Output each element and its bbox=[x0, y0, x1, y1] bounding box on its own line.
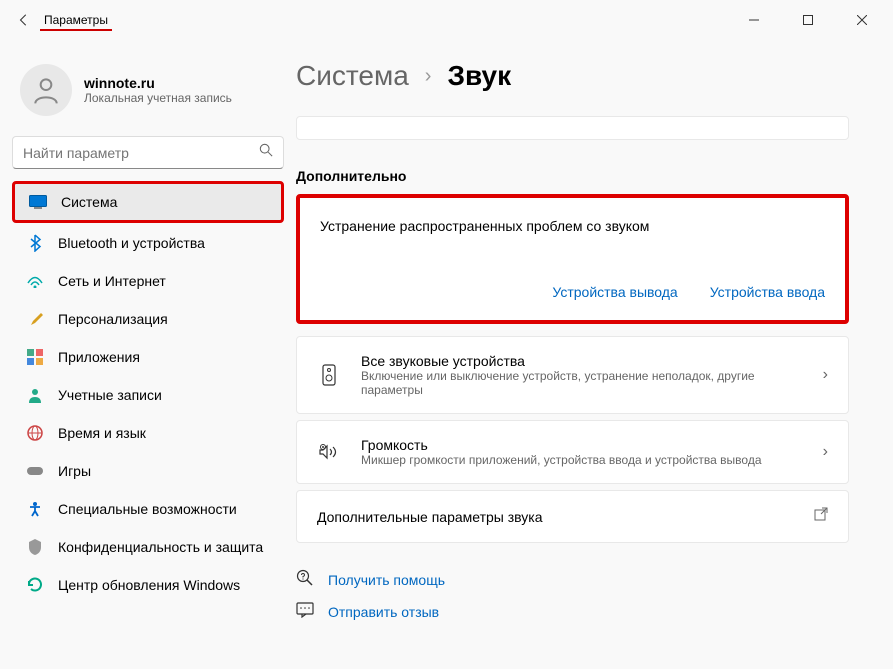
get-help-link[interactable]: Получить помощь bbox=[296, 563, 849, 596]
search-icon bbox=[259, 143, 273, 162]
nav-label: Bluetooth и устройства bbox=[58, 235, 205, 251]
input-devices-link[interactable]: Устройства ввода bbox=[710, 284, 825, 300]
card-placeholder bbox=[296, 116, 849, 140]
nav-privacy[interactable]: Конфиденциальность и защита bbox=[12, 529, 284, 565]
section-title: Дополнительно bbox=[296, 168, 849, 184]
nav-label: Приложения bbox=[58, 349, 140, 365]
person-icon bbox=[26, 386, 44, 404]
nav-label: Сеть и Интернет bbox=[58, 273, 166, 289]
nav-accounts[interactable]: Учетные записи bbox=[12, 377, 284, 413]
feedback-icon bbox=[296, 602, 314, 621]
back-button[interactable] bbox=[8, 4, 40, 36]
maximize-button[interactable] bbox=[785, 4, 831, 36]
breadcrumb: Система › Звук bbox=[296, 60, 849, 92]
update-icon bbox=[26, 576, 44, 594]
nav-label: Конфиденциальность и защита bbox=[58, 539, 263, 555]
nav-apps[interactable]: Приложения bbox=[12, 339, 284, 375]
card-desc: Микшер громкости приложений, устройства … bbox=[361, 453, 803, 467]
external-link-icon bbox=[814, 507, 828, 526]
card-title: Дополнительные параметры звука bbox=[317, 509, 794, 525]
brush-icon bbox=[26, 310, 44, 328]
volume-card[interactable]: Громкость Микшер громкости приложений, у… bbox=[296, 420, 849, 484]
network-icon bbox=[26, 272, 44, 290]
profile-name: winnote.ru bbox=[84, 75, 232, 91]
nav-label: Персонализация bbox=[58, 311, 168, 327]
nav-gaming[interactable]: Игры bbox=[12, 453, 284, 489]
globe-icon bbox=[26, 424, 44, 442]
accessibility-icon bbox=[26, 500, 44, 518]
shield-icon bbox=[26, 538, 44, 556]
bluetooth-icon bbox=[26, 234, 44, 252]
nav-accessibility[interactable]: Специальные возможности bbox=[12, 491, 284, 527]
nav-system[interactable]: Система bbox=[12, 181, 284, 223]
nav-personalization[interactable]: Персонализация bbox=[12, 301, 284, 337]
nav-label: Время и язык bbox=[58, 425, 146, 441]
sidebar: winnote.ru Локальная учетная запись Сист… bbox=[0, 40, 296, 669]
chevron-right-icon: › bbox=[425, 65, 432, 88]
more-sound-card[interactable]: Дополнительные параметры звука bbox=[296, 490, 849, 543]
help-icon bbox=[296, 569, 314, 590]
nav-label: Центр обновления Windows bbox=[58, 577, 240, 593]
apps-icon bbox=[26, 348, 44, 366]
nav-time-language[interactable]: Время и язык bbox=[12, 415, 284, 451]
nav-label: Система bbox=[61, 194, 117, 210]
speaker-icon bbox=[317, 364, 341, 386]
volume-icon bbox=[317, 444, 341, 460]
troubleshoot-title: Устранение распространенных проблем со з… bbox=[320, 218, 825, 234]
card-title: Громкость bbox=[361, 437, 803, 453]
nav-label: Учетные записи bbox=[58, 387, 162, 403]
chevron-right-icon: › bbox=[823, 366, 828, 384]
search-box[interactable] bbox=[12, 136, 284, 169]
nav-bluetooth[interactable]: Bluetooth и устройства bbox=[12, 225, 284, 261]
close-button[interactable] bbox=[839, 4, 885, 36]
all-devices-card[interactable]: Все звуковые устройства Включение или вы… bbox=[296, 336, 849, 414]
main-content: Система › Звук Дополнительно Устранение … bbox=[296, 40, 893, 669]
avatar bbox=[20, 64, 72, 116]
system-icon bbox=[29, 193, 47, 211]
nav-updates[interactable]: Центр обновления Windows bbox=[12, 567, 284, 603]
search-input[interactable] bbox=[23, 145, 259, 161]
gamepad-icon bbox=[26, 462, 44, 480]
card-title: Все звуковые устройства bbox=[361, 353, 803, 369]
profile-subtitle: Локальная учетная запись bbox=[84, 91, 232, 105]
breadcrumb-parent[interactable]: Система bbox=[296, 60, 409, 92]
nav-label: Специальные возможности bbox=[58, 501, 237, 517]
nav-network[interactable]: Сеть и Интернет bbox=[12, 263, 284, 299]
feedback-link[interactable]: Отправить отзыв bbox=[296, 596, 849, 627]
card-desc: Включение или выключение устройств, устр… bbox=[361, 369, 803, 397]
profile[interactable]: winnote.ru Локальная учетная запись bbox=[12, 52, 284, 136]
nav-label: Игры bbox=[58, 463, 91, 479]
minimize-button[interactable] bbox=[731, 4, 777, 36]
output-devices-link[interactable]: Устройства вывода bbox=[552, 284, 677, 300]
help-label: Получить помощь bbox=[328, 572, 445, 588]
chevron-right-icon: › bbox=[823, 443, 828, 461]
breadcrumb-current: Звук bbox=[447, 60, 511, 92]
troubleshoot-card: Устранение распространенных проблем со з… bbox=[296, 194, 849, 324]
feedback-label: Отправить отзыв bbox=[328, 604, 439, 620]
app-title: Параметры bbox=[40, 9, 112, 31]
